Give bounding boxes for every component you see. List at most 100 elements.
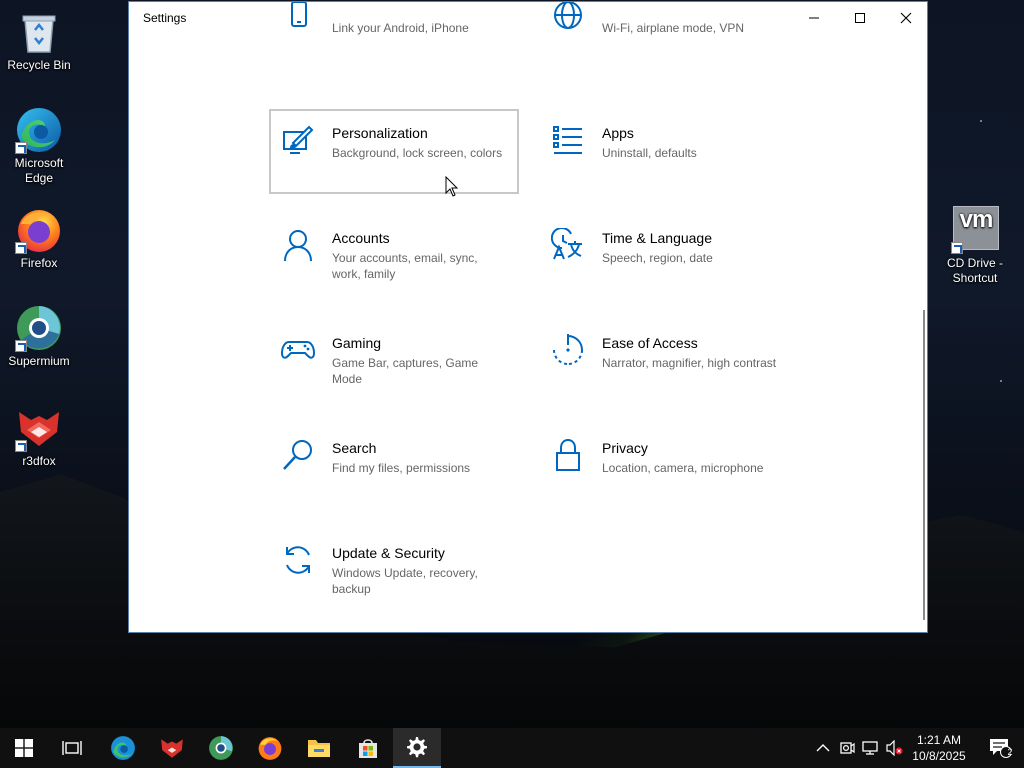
shortcut-arrow-icon	[15, 340, 27, 352]
category-title: Ease of Access	[602, 335, 698, 351]
desktop-icon-firefox[interactable]: Firefox	[1, 206, 77, 271]
start-icon	[15, 739, 33, 757]
category-title: Gaming	[332, 335, 382, 351]
taskbar: 1:21 AM 10/8/2025 2	[0, 728, 1024, 768]
category-title: Accounts	[332, 230, 390, 246]
supermium-icon	[209, 736, 233, 760]
globe-icon	[554, 2, 582, 29]
desktop-icon-label: r3dfox	[22, 454, 56, 468]
recycle-bin-icon	[15, 8, 63, 56]
category-title: Personalization	[332, 125, 428, 141]
category-description: Background, lock screen, colors	[332, 146, 503, 160]
desktop-icon-r3dfox[interactable]: r3dfox	[1, 404, 77, 469]
time-language-icon	[551, 228, 582, 260]
maximize-button[interactable]	[837, 2, 883, 34]
apps-icon	[553, 126, 582, 154]
notification-count-badge: 2	[1007, 747, 1013, 757]
shortcut-arrow-icon	[15, 440, 27, 452]
desktop-icon-label: Recycle Bin	[7, 58, 71, 72]
category-search[interactable]: Search Find my files, permissions	[269, 424, 519, 509]
settings-icon	[407, 737, 427, 758]
category-description: Game Bar, captures, Game Mode	[332, 356, 479, 386]
network-icon	[862, 741, 878, 755]
category-title: Time & Language	[602, 230, 712, 246]
taskbar-file-explorer-button[interactable]	[295, 728, 343, 768]
desktop-icon-recycle-bin[interactable]: Recycle Bin	[1, 8, 77, 73]
category-title: Apps	[602, 125, 634, 141]
close-button[interactable]	[883, 2, 927, 34]
category-title: Update & Security	[332, 545, 445, 561]
window-title: Settings	[143, 11, 187, 25]
action-center-button[interactable]: 2	[976, 728, 1024, 768]
mouse-cursor-icon	[445, 176, 459, 197]
category-description: Find my files, permissions	[332, 461, 471, 475]
tray-volume-button[interactable]	[885, 738, 905, 758]
chevron-up-icon	[816, 744, 830, 752]
category-network-internet[interactable]: Wi-Fi, airplane mode, VPN	[539, 2, 789, 69]
r3dfox-icon	[161, 739, 183, 758]
tray-meet-now-button[interactable]	[837, 738, 857, 758]
category-ease-of-access[interactable]: Ease of Access Narrator, magnifier, high…	[539, 319, 789, 404]
maximize-icon	[855, 13, 865, 23]
shortcut-arrow-icon	[951, 242, 963, 254]
category-phone[interactable]: Link your Android, iPhone	[269, 2, 519, 69]
personalization-icon	[283, 125, 314, 154]
category-description: Wi-Fi, airplane mode, VPN	[602, 21, 745, 35]
title-bar[interactable]: Settings	[129, 2, 927, 34]
tray-network-button[interactable]	[861, 738, 881, 758]
desktop-icon-supermium[interactable]: Supermium	[1, 304, 77, 369]
category-title: Search	[332, 440, 377, 456]
taskbar-store-button[interactable]	[344, 728, 392, 768]
taskbar-firefox-button[interactable]	[246, 728, 294, 768]
edge-icon	[111, 736, 135, 760]
taskbar-r3dfox-button[interactable]	[148, 728, 196, 768]
scrollbar-thumb[interactable]	[923, 310, 925, 620]
taskbar-clock[interactable]: 1:21 AM 10/8/2025	[906, 732, 972, 764]
taskbar-supermium-button[interactable]	[197, 728, 245, 768]
category-update-security[interactable]: Update & Security Windows Update, recove…	[269, 529, 519, 614]
category-description: Speech, region, date	[602, 251, 713, 265]
settings-home-grid: Link your Android, iPhone Wi-Fi, airplan…	[129, 2, 927, 632]
volume-muted-icon	[886, 740, 903, 756]
edge-icon	[15, 106, 63, 154]
close-icon	[900, 12, 912, 24]
shortcut-arrow-icon	[15, 242, 27, 254]
firefox-icon	[258, 737, 282, 760]
update-security-icon	[286, 546, 310, 574]
camera-icon	[840, 742, 855, 754]
taskbar-edge-button[interactable]	[99, 728, 147, 768]
vertical-scrollbar[interactable]	[921, 34, 927, 632]
minimize-button[interactable]	[791, 2, 837, 34]
category-title: Privacy	[602, 440, 648, 456]
accounts-icon	[284, 230, 312, 262]
desktop-icon-label: CD Drive - Shortcut	[947, 256, 1003, 285]
desktop-icon-cd-drive-shortcut[interactable]: vm CD Drive - Shortcut	[937, 206, 1013, 286]
ease-of-access-icon	[553, 334, 583, 365]
category-gaming[interactable]: Gaming Game Bar, captures, Game Mode	[269, 319, 519, 404]
search-icon	[283, 440, 312, 470]
taskbar-settings-button[interactable]	[393, 728, 441, 768]
clock-date: 10/8/2025	[912, 749, 966, 763]
store-icon	[359, 739, 377, 758]
category-personalization[interactable]: Personalization Background, lock screen,…	[269, 109, 519, 194]
category-apps[interactable]: Apps Uninstall, defaults	[539, 109, 789, 194]
category-time-language[interactable]: Time & Language Speech, region, date	[539, 214, 789, 299]
category-accounts[interactable]: Accounts Your accounts, email, sync, wor…	[269, 214, 519, 299]
privacy-icon	[556, 438, 580, 471]
phone-icon	[291, 2, 307, 27]
desktop-icon-microsoft-edge[interactable]: Microsoft Edge	[1, 106, 77, 186]
task-view-button[interactable]	[48, 728, 96, 768]
start-button[interactable]	[0, 728, 48, 768]
shortcut-arrow-icon	[15, 142, 27, 154]
gaming-icon	[281, 341, 315, 359]
settings-window: Settings Link your Android, iPhone Wi-Fi…	[128, 1, 928, 633]
clock-time: 1:21 AM	[916, 733, 962, 747]
vm-cd-drive-icon: vm	[951, 206, 999, 254]
category-privacy[interactable]: Privacy Location, camera, microphone	[539, 424, 789, 509]
desktop-icon-label: Microsoft Edge	[14, 156, 64, 185]
desktop-icon-label: Firefox	[20, 256, 58, 270]
category-description: Link your Android, iPhone	[332, 21, 469, 35]
show-hidden-icons-button[interactable]	[813, 738, 833, 758]
supermium-icon	[15, 304, 63, 352]
r3dfox-icon	[15, 404, 63, 452]
